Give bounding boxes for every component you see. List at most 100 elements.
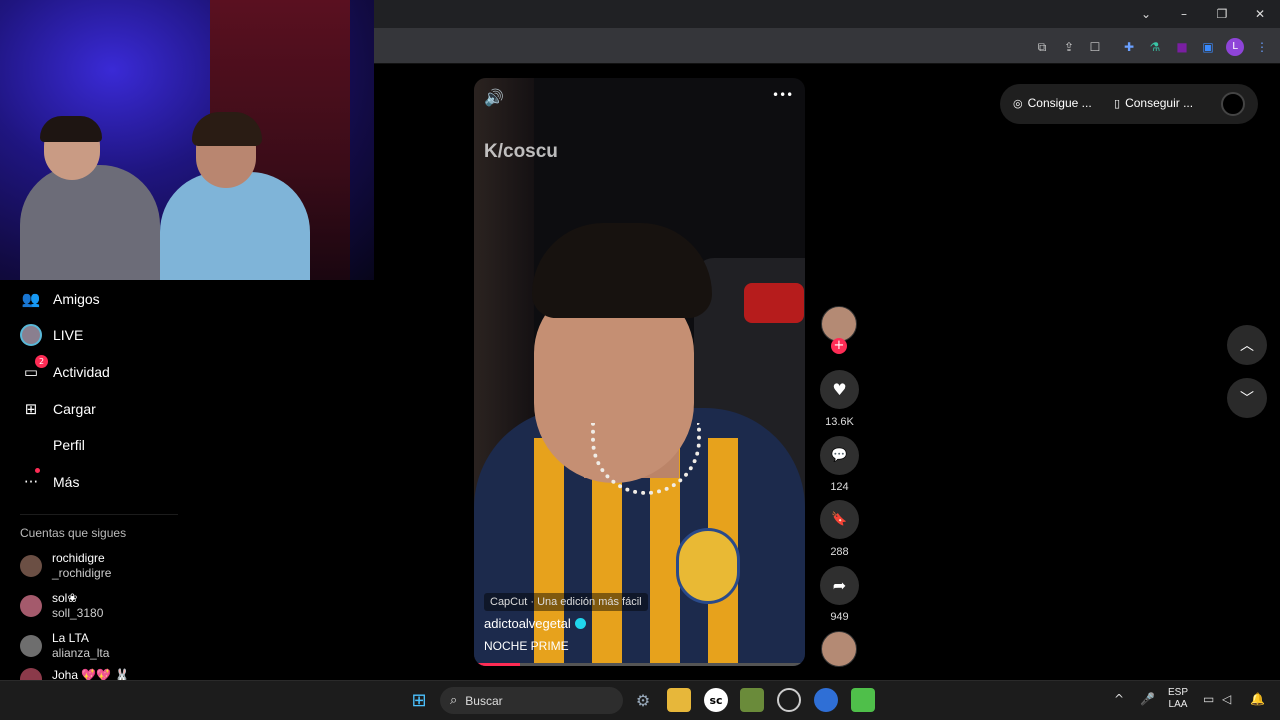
- user-avatar[interactable]: [1221, 92, 1245, 116]
- taskbar-search[interactable]: ⌕ Buscar: [440, 687, 623, 714]
- obs-icon[interactable]: [777, 688, 801, 712]
- avatar: [20, 635, 42, 657]
- share-button[interactable]: ➦: [820, 566, 859, 605]
- share-icon: ➦: [832, 576, 847, 595]
- steelseries-icon[interactable]: sc: [704, 688, 728, 712]
- get-app-link[interactable]: ▯ Conseguir ...: [1114, 96, 1193, 110]
- live-icon: [20, 324, 42, 346]
- video-watermark: K/coscu: [484, 141, 558, 162]
- follow-button[interactable]: +: [831, 338, 847, 354]
- search-icon: ⌕: [450, 693, 458, 708]
- phone-icon: ▯: [1114, 96, 1121, 110]
- activity-badge: 2: [35, 355, 48, 368]
- sidebar-item-label: Más: [53, 474, 80, 490]
- author-name[interactable]: adictoalvegetal: [484, 616, 571, 631]
- extensions-icon[interactable]: ✚: [1120, 38, 1138, 56]
- video-progress-bar[interactable]: [474, 663, 805, 666]
- video-description: NOCHE PRIME: [484, 639, 569, 653]
- tray-overflow-icon[interactable]: ^: [1114, 692, 1124, 706]
- verified-icon: [574, 618, 586, 629]
- sidebar-item-label: Perfil: [53, 437, 85, 453]
- network-icon[interactable]: ▭: [1203, 692, 1214, 706]
- video-progress-fill: [474, 663, 521, 666]
- tabs-dropdown-icon[interactable]: ⌄: [1136, 4, 1156, 24]
- microphone-icon[interactable]: 🎤: [1140, 692, 1155, 706]
- minecraft-icon[interactable]: [740, 688, 764, 712]
- comment-icon: 💬: [831, 448, 848, 463]
- sidebar-item-label: Actividad: [53, 364, 110, 380]
- bookmark-icon[interactable]: ☐: [1086, 38, 1104, 56]
- account-name: La LTA: [52, 631, 89, 645]
- volume-tray-icon[interactable]: ◁: [1222, 692, 1231, 706]
- save-button[interactable]: 🔖: [820, 500, 859, 539]
- bookmark-icon: 🔖: [831, 512, 848, 527]
- chrome-icon[interactable]: [814, 688, 838, 712]
- video-author[interactable]: adictoalvegetal: [484, 616, 586, 631]
- coin-icon: ◎: [1013, 96, 1023, 110]
- sidebar-item-amigos[interactable]: 👥 Amigos: [20, 287, 100, 311]
- volume-icon[interactable]: 🔊: [484, 88, 504, 107]
- account-name: Joha 💖💖 🐰: [52, 668, 130, 680]
- get-app-pill: ◎ Consigue ... ▯ Conseguir ...: [1000, 84, 1258, 124]
- notification-icon[interactable]: 🔔: [1250, 692, 1265, 706]
- settings-icon[interactable]: ⚙: [631, 688, 655, 712]
- following-account[interactable]: Joha 💖💖 🐰: [20, 668, 130, 680]
- restore-button[interactable]: ❐: [1212, 4, 1232, 24]
- file-explorer-icon[interactable]: [667, 688, 691, 712]
- video-player[interactable]: 🔊 ••• K/coscu CapCut · Una edición más f…: [474, 78, 805, 666]
- club-crest: [676, 528, 740, 604]
- previous-video-button[interactable]: ︿: [1227, 325, 1267, 365]
- comment-count: 124: [830, 481, 849, 493]
- following-account[interactable]: rochidigre _rochidigre: [20, 550, 111, 582]
- account-name: rochidigre: [52, 551, 105, 565]
- activity-icon: ▭ 2: [20, 355, 48, 383]
- following-account[interactable]: La LTA alianza_lta: [20, 630, 109, 662]
- more-icon: ···: [20, 468, 42, 493]
- profile-avatar[interactable]: L: [1226, 38, 1244, 56]
- minimize-button[interactable]: –: [1174, 4, 1194, 24]
- more-options-icon[interactable]: •••: [772, 88, 793, 102]
- chevron-down-icon: ﹀: [1240, 391, 1254, 407]
- friends-icon: 👥: [21, 290, 41, 308]
- following-title: Cuentas que sigues: [20, 526, 127, 540]
- language-indicator[interactable]: ESP LAA: [1168, 687, 1188, 711]
- open-in-new-icon[interactable]: ⧉: [1033, 38, 1051, 56]
- sidebar-divider: [20, 514, 178, 515]
- like-count: 13.6K: [825, 416, 854, 428]
- account-handle: alianza_lta: [52, 646, 110, 660]
- windows-start-icon[interactable]: ⊞: [407, 688, 431, 712]
- flask-icon[interactable]: ⚗: [1146, 38, 1164, 56]
- capcut-label[interactable]: CapCut · Una edición más fácil: [484, 593, 648, 611]
- sidebar-item-label: Cargar: [53, 401, 96, 417]
- avatar: [20, 555, 42, 577]
- browser-menu-icon[interactable]: ⋮: [1253, 38, 1271, 56]
- sidebar-item-actividad[interactable]: ▭ 2 Actividad: [20, 355, 110, 384]
- account-handle: soll_3180: [52, 606, 104, 620]
- get-coins-link[interactable]: ◎ Consigue ...: [1013, 96, 1092, 110]
- chevron-up-icon: ︿: [1240, 338, 1254, 354]
- like-button[interactable]: ♥: [820, 370, 859, 409]
- sidebar-item-mas[interactable]: ··· Más: [20, 468, 80, 494]
- save-count: 288: [830, 546, 849, 558]
- avatar: [20, 595, 42, 617]
- upload-icon: ⊞: [24, 400, 38, 418]
- sidebar-item-cargar[interactable]: ⊞ Cargar: [20, 397, 96, 421]
- next-video-button[interactable]: ﹀: [1227, 378, 1267, 418]
- following-account[interactable]: sol❀ soll_3180: [20, 590, 103, 622]
- share-icon[interactable]: ⇪: [1060, 38, 1078, 56]
- sidebar-item-label: LIVE: [53, 327, 84, 343]
- extension-purple-icon[interactable]: ■: [1173, 38, 1191, 56]
- side-panel-icon[interactable]: ▣: [1199, 38, 1217, 56]
- search-placeholder: Buscar: [465, 693, 503, 708]
- android-app-icon[interactable]: [851, 688, 875, 712]
- webcam-overlay: [0, 0, 374, 280]
- avatar: [20, 668, 42, 680]
- profile-icon: [20, 434, 42, 456]
- sidebar-item-live[interactable]: LIVE: [20, 323, 83, 347]
- music-disc-avatar[interactable]: [821, 631, 857, 667]
- close-button[interactable]: ✕: [1250, 4, 1270, 24]
- creator-avatar[interactable]: [821, 306, 857, 342]
- sidebar-item-label: Amigos: [53, 291, 100, 307]
- sidebar-item-perfil[interactable]: Perfil: [20, 433, 85, 457]
- comment-button[interactable]: 💬: [820, 436, 859, 475]
